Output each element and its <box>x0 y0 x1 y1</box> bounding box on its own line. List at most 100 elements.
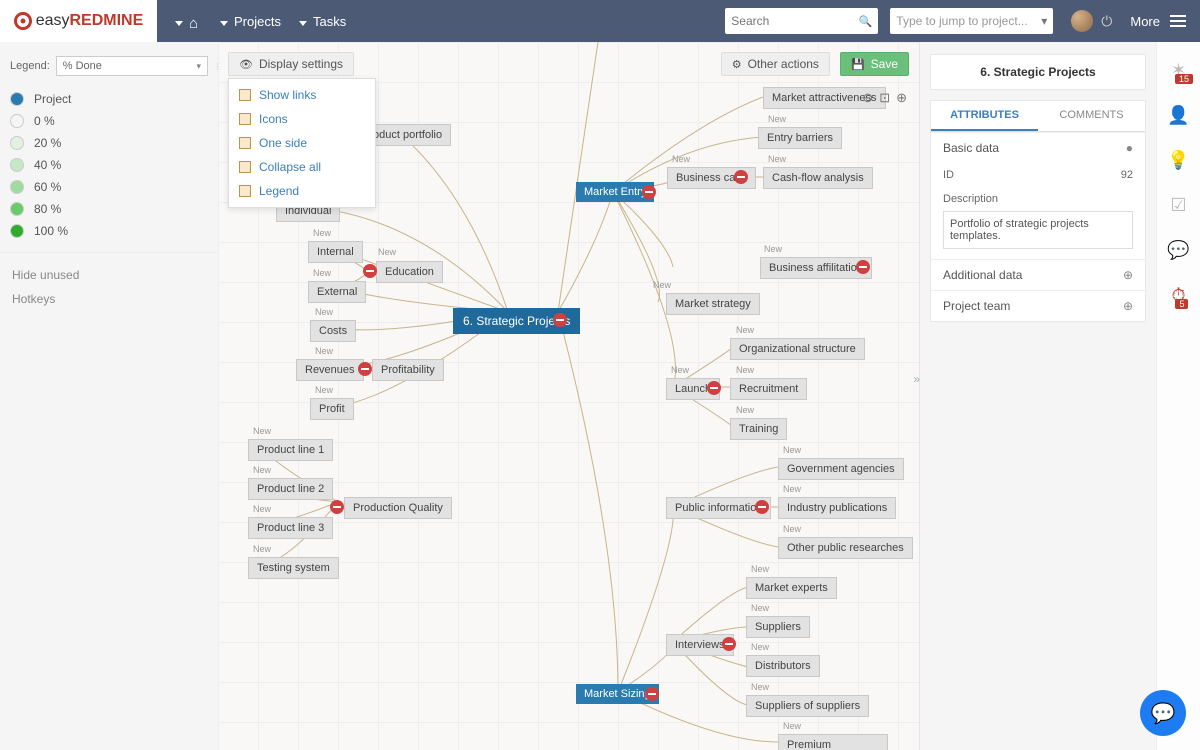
legend-row: 20 % <box>10 132 208 154</box>
node[interactable]: Production Quality <box>344 497 452 519</box>
gear-icon <box>732 57 742 71</box>
node[interactable]: Testing system <box>248 557 339 579</box>
dropdown-item[interactable]: Icons <box>229 107 375 131</box>
legend-dot <box>10 202 24 216</box>
node[interactable]: Premium enterprise accounting database <box>778 734 888 750</box>
node[interactable]: Internal <box>308 241 363 263</box>
logo-icon <box>14 12 32 30</box>
collapse-icon[interactable] <box>734 170 748 184</box>
main-nav: Projects Tasks <box>157 14 364 29</box>
side-strip: ✶15 👤 💡 ☑ 💬 ⏱5 <box>1156 42 1200 750</box>
node[interactable]: Costs <box>310 320 356 342</box>
zoom-in-icon[interactable]: ⊕ <box>896 90 907 106</box>
legend-dot <box>10 114 24 128</box>
collapse-icon[interactable] <box>645 687 659 701</box>
node[interactable]: Education <box>376 261 443 283</box>
expand-icon[interactable]: ⊕ <box>1123 299 1133 313</box>
dropdown-item[interactable]: Legend <box>229 179 375 203</box>
status-label: New <box>315 346 333 356</box>
mindmap-canvas[interactable]: Display settings Other actions Save Show… <box>218 42 919 750</box>
collapse-icon[interactable] <box>722 637 736 651</box>
node[interactable]: Profit <box>310 398 354 420</box>
collapse-icon[interactable] <box>642 185 656 199</box>
collapse-icon[interactable]: ● <box>1126 141 1133 155</box>
chat-icon[interactable]: 💬 <box>1167 240 1189 261</box>
node[interactable]: Product line 2 <box>248 478 333 500</box>
node[interactable]: Recruitment <box>730 378 807 400</box>
node[interactable]: Distributors <box>746 655 820 677</box>
collapse-icon[interactable] <box>358 362 372 376</box>
node[interactable]: Suppliers <box>746 616 810 638</box>
node[interactable]: Organizational structure <box>730 338 865 360</box>
node[interactable]: Government agencies <box>778 458 904 480</box>
nav-projects[interactable]: Projects <box>220 14 281 29</box>
status-label: New <box>751 682 769 692</box>
section-basic[interactable]: Basic data● <box>931 132 1145 163</box>
power-icon[interactable] <box>1093 13 1112 30</box>
legend-label: Legend: <box>10 60 50 72</box>
display-settings-button[interactable]: Display settings <box>228 52 354 76</box>
expand-icon[interactable]: ⊕ <box>1123 268 1133 282</box>
status-label: New <box>315 385 333 395</box>
nav-tasks[interactable]: Tasks <box>299 14 346 29</box>
status-label: New <box>253 504 271 514</box>
node[interactable]: Profitability <box>372 359 444 381</box>
node[interactable]: Market experts <box>746 577 837 599</box>
hide-unused[interactable]: Hide unused <box>12 263 206 287</box>
collapse-icon[interactable] <box>330 500 344 514</box>
more-menu[interactable]: More <box>1130 14 1160 29</box>
tab-comments[interactable]: COMMENTS <box>1038 101 1145 131</box>
checklist-icon[interactable]: ☑ <box>1170 195 1186 216</box>
search-box[interactable] <box>725 8 878 34</box>
timer-icon[interactable]: ⏱5 <box>1171 285 1185 306</box>
legend-dot <box>10 224 24 238</box>
canvas-toolbar: Display settings Other actions Save <box>228 52 909 76</box>
node[interactable]: Product line 1 <box>248 439 333 461</box>
activity-icon[interactable]: ✶15 <box>1171 60 1186 81</box>
tab-attributes[interactable]: ATTRIBUTES <box>931 101 1038 131</box>
node[interactable]: Entry barriers <box>758 127 842 149</box>
description-box[interactable]: Portfolio of strategic projects template… <box>943 211 1133 249</box>
collapse-icon[interactable] <box>363 264 377 278</box>
section-team[interactable]: Project team⊕ <box>931 290 1145 321</box>
search-icon[interactable] <box>859 14 873 28</box>
logo[interactable]: easyREDMINE <box>0 0 157 42</box>
node[interactable]: External <box>308 281 366 303</box>
nav-expand[interactable] <box>175 14 202 29</box>
node[interactable]: Cash-flow analysis <box>763 167 873 189</box>
project-jump[interactable]: Type to jump to project... <box>890 8 1053 34</box>
node[interactable]: Other public researches <box>778 537 913 559</box>
node[interactable]: Product line 3 <box>248 517 333 539</box>
collapse-icon[interactable] <box>707 381 721 395</box>
zoom-fit-icon[interactable]: ⊡ <box>879 90 890 106</box>
support-chat-fab[interactable]: 💬 <box>1140 690 1186 736</box>
bulb-icon[interactable]: 💡 <box>1167 150 1189 171</box>
hotkeys[interactable]: Hotkeys <box>12 287 206 311</box>
dropdown-item[interactable]: Show links <box>229 83 375 107</box>
status-label: New <box>313 228 331 238</box>
save-button[interactable]: Save <box>840 52 909 76</box>
dropdown-item[interactable]: One side <box>229 131 375 155</box>
hamburger-icon[interactable] <box>1170 15 1186 27</box>
dropdown-item[interactable]: Collapse all <box>229 155 375 179</box>
section-additional[interactable]: Additional data⊕ <box>931 259 1145 290</box>
collapse-icon[interactable] <box>553 313 567 327</box>
search-input[interactable] <box>731 14 858 28</box>
node[interactable]: Market strategy <box>666 293 760 315</box>
legend-text: 80 % <box>34 202 61 216</box>
node[interactable]: Suppliers of suppliers <box>746 695 869 717</box>
zoom-out-icon[interactable]: ⊖ <box>862 90 873 106</box>
status-label: New <box>253 465 271 475</box>
other-actions-button[interactable]: Other actions <box>721 52 830 76</box>
avatar[interactable] <box>1071 10 1093 32</box>
node[interactable]: Industry publications <box>778 497 896 519</box>
chevron-down-icon <box>1041 14 1047 28</box>
panel-expander[interactable]: » <box>913 372 920 386</box>
legend-select[interactable]: % Done <box>56 56 208 76</box>
legend-dot <box>10 180 24 194</box>
collapse-icon[interactable] <box>755 500 769 514</box>
node[interactable]: Revenues <box>296 359 364 381</box>
user-icon[interactable]: 👤 <box>1167 105 1189 126</box>
collapse-icon[interactable] <box>856 260 870 274</box>
node[interactable]: Training <box>730 418 787 440</box>
